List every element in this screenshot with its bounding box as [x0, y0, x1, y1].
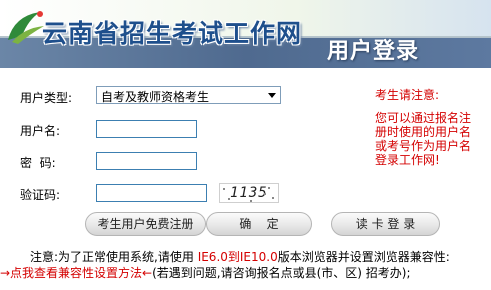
footer-browser-version: IE6.0到IE10.0 — [197, 250, 278, 264]
register-button[interactable]: 考生用户免费注册 — [85, 212, 206, 236]
user-type-label: 用户类型: — [20, 91, 73, 105]
user-type-select[interactable]: 自考及教师资格考生 — [96, 86, 281, 104]
captcha-image[interactable]: 1135 — [219, 183, 279, 203]
username-label: 用户名: — [20, 124, 61, 138]
site-title: 云南省招生考试工作网 — [42, 19, 303, 48]
password-input[interactable] — [96, 152, 197, 170]
footer-notice: 注意:为了正常使用系统,请使用 IE6.0到IE10.0版本浏览器并设置浏览器兼… — [30, 248, 450, 265]
login-heading: 用户登录 — [327, 38, 420, 64]
footer-notice-suffix: 版本浏览器并设置浏览器兼容性: — [277, 250, 450, 264]
footer-help-suffix: (若遇到问题,请咨询报名点或县(市、区) 招考办); — [152, 266, 411, 280]
header-banner: 云南省招生考试工作网 用户登录 — [0, 0, 491, 68]
password-label: 密 码: — [20, 156, 56, 170]
captcha-input[interactable] — [96, 184, 207, 202]
card-login-button[interactable]: 读 卡 登 录 — [331, 212, 440, 236]
username-input[interactable] — [96, 120, 197, 138]
notice-title: 考生请注意: — [375, 88, 440, 102]
captcha-text: 1135 — [230, 185, 268, 201]
footer-notice-prefix: 注意:为了正常使用系统,请使用 — [30, 250, 198, 264]
confirm-button[interactable]: 确 定 — [206, 212, 312, 236]
footer-help: →点我查看兼容性设置方法←(若遇到问题,请咨询报名点或县(市、区) 招考办); — [0, 264, 411, 281]
user-type-value: 自考及教师资格考生 — [101, 90, 210, 104]
notice-body: 您可以通过报名注册时使用的用户名或考号作为用户名登录工作网! — [375, 111, 472, 167]
compatibility-settings-link[interactable]: →点我查看兼容性设置方法← — [0, 266, 152, 280]
chevron-down-icon — [268, 93, 276, 98]
captcha-label: 验证码: — [20, 188, 61, 202]
